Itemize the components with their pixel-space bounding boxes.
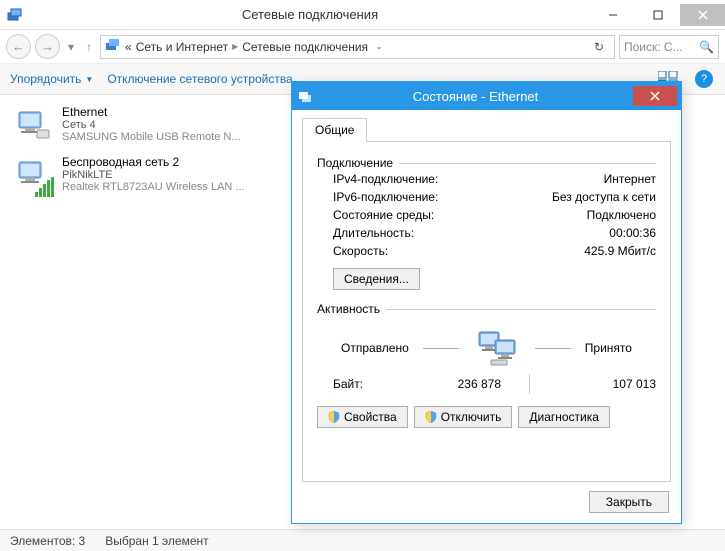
tab-general[interactable]: Общие xyxy=(302,118,367,142)
close-dialog-button[interactable]: Закрыть xyxy=(589,491,669,513)
organize-menu[interactable]: Упорядочить ▼ xyxy=(10,72,93,86)
disable-button[interactable]: Отключить xyxy=(414,406,513,428)
connection-name: Ethernet xyxy=(62,105,241,119)
media-state-value: Подключено xyxy=(587,208,656,222)
address-dropdown[interactable]: ⌄ xyxy=(372,42,386,51)
connection-group-label: Подключение xyxy=(317,156,656,170)
search-placeholder: Поиск: С... xyxy=(624,40,683,54)
connection-item[interactable]: Беспроводная сеть 2 PikNikLTE Realtek RT… xyxy=(6,151,296,201)
breadcrumb-item[interactable]: Сеть и Интернет xyxy=(136,40,228,54)
speed-label: Скорость: xyxy=(333,244,388,258)
history-dropdown[interactable]: ▾ xyxy=(64,34,78,59)
diagnose-button[interactable]: Диагностика xyxy=(518,406,610,428)
folder-icon xyxy=(105,37,121,56)
dialog-title: Состояние - Ethernet xyxy=(318,89,633,104)
minimize-button[interactable] xyxy=(590,4,635,26)
connection-name: Беспроводная сеть 2 xyxy=(62,155,245,169)
window-titlebar: Сетевые подключения xyxy=(0,0,725,30)
navigation-bar: ← → ▾ ↑ « Сеть и Интернет ▶ Сетевые подк… xyxy=(0,30,725,63)
speed-value: 425.9 Мбит/с xyxy=(584,244,656,258)
breadcrumb-prefix: « xyxy=(125,40,132,54)
close-button[interactable] xyxy=(680,4,725,26)
duration-value: 00:00:36 xyxy=(609,226,656,240)
divider xyxy=(529,374,530,394)
search-input[interactable]: Поиск: С... 🔍 xyxy=(619,35,719,59)
up-button[interactable]: ↑ xyxy=(82,34,96,59)
tab-strip: Общие xyxy=(302,118,671,142)
bytes-label: Байт: xyxy=(333,377,403,391)
back-button[interactable]: ← xyxy=(6,34,31,59)
network-activity-icon xyxy=(473,330,521,366)
details-button[interactable]: Сведения... xyxy=(333,268,420,290)
selection-count: Выбран 1 элемент xyxy=(105,534,208,548)
breadcrumb-item[interactable]: Сетевые подключения xyxy=(242,40,368,54)
status-dialog: Состояние - Ethernet Общие Подключение I… xyxy=(291,81,682,524)
activity-group-label: Активность xyxy=(317,302,656,316)
shield-icon xyxy=(328,411,340,423)
bytes-sent-value: 236 878 xyxy=(403,377,501,391)
tab-panel-general: Подключение IPv4-подключение: Интернет IP… xyxy=(302,142,671,482)
ipv4-value: Интернет xyxy=(604,172,656,186)
received-label: Принято xyxy=(585,341,632,355)
connection-item[interactable]: Ethernet Сеть 4 SAMSUNG Mobile USB Remot… xyxy=(6,101,296,151)
disable-device-button[interactable]: Отключение сетевого устройства xyxy=(107,72,292,86)
refresh-button[interactable]: ↻ xyxy=(588,40,610,54)
dialog-close-button[interactable] xyxy=(633,86,677,106)
connection-adapter: Realtek RTL8723AU Wireless LAN ... xyxy=(62,181,245,193)
ipv4-label: IPv4-подключение: xyxy=(333,172,438,186)
ipv6-value: Без доступа к сети xyxy=(552,190,656,204)
media-state-label: Состояние среды: xyxy=(333,208,434,222)
dropdown-icon: ▼ xyxy=(85,75,93,84)
dialog-icon xyxy=(292,89,318,103)
duration-label: Длительность: xyxy=(333,226,414,240)
connection-adapter: SAMSUNG Mobile USB Remote N... xyxy=(62,131,241,143)
dialog-titlebar: Состояние - Ethernet xyxy=(292,82,681,110)
address-bar[interactable]: « Сеть и Интернет ▶ Сетевые подключения … xyxy=(100,35,615,59)
wifi-icon xyxy=(12,155,54,197)
ipv6-label: IPv6-подключение: xyxy=(333,190,438,204)
help-button[interactable]: ? xyxy=(693,68,715,90)
shield-icon xyxy=(425,411,437,423)
chevron-right-icon: ▶ xyxy=(232,42,238,51)
sent-label: Отправлено xyxy=(341,341,409,355)
bytes-received-value: 107 013 xyxy=(558,377,656,391)
ethernet-icon xyxy=(12,105,54,147)
window-icon xyxy=(0,7,30,23)
search-icon: 🔍 xyxy=(699,40,714,54)
connection-network: Сеть 4 xyxy=(62,119,241,131)
window-title: Сетевые подключения xyxy=(30,7,590,22)
connection-network: PikNikLTE xyxy=(62,169,245,181)
maximize-button[interactable] xyxy=(635,4,680,26)
item-count: Элементов: 3 xyxy=(10,534,85,548)
properties-button[interactable]: Свойства xyxy=(317,406,408,428)
status-bar: Элементов: 3 Выбран 1 элемент xyxy=(0,529,725,551)
forward-button[interactable]: → xyxy=(35,34,60,59)
